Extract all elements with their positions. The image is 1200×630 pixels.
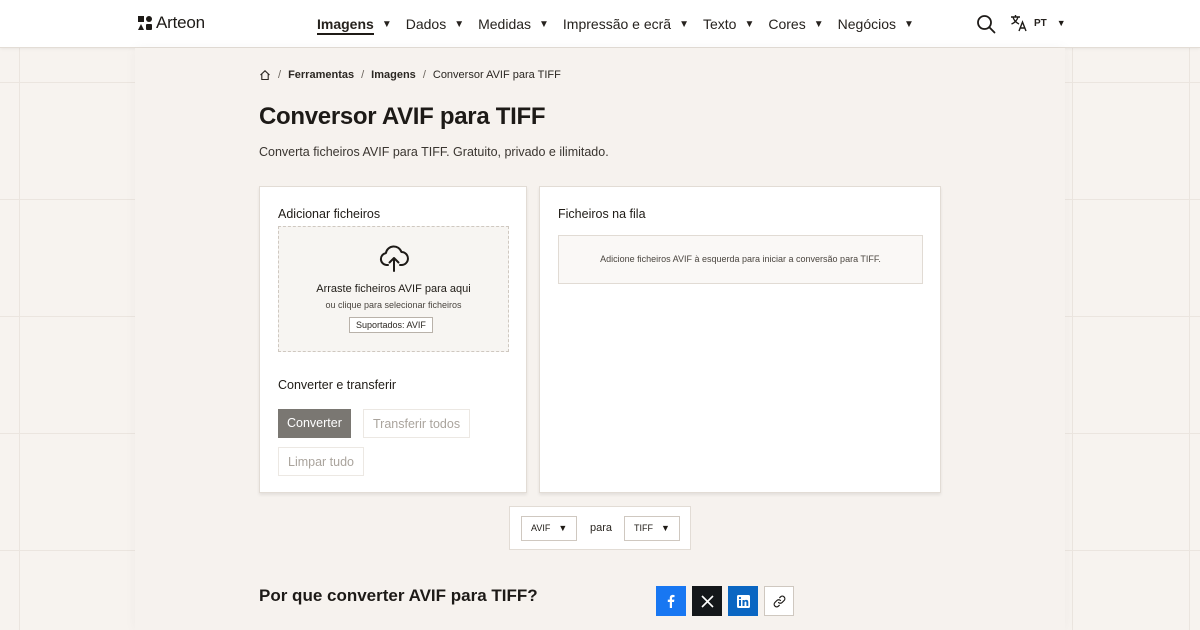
nav-item-label: Negócios — [837, 16, 897, 32]
search-icon — [977, 15, 996, 34]
clear-all-button[interactable]: Limpar tudo — [278, 447, 365, 476]
cloud-upload-icon — [379, 245, 409, 272]
caret-down-icon: ▼ — [679, 18, 689, 30]
linkedin-icon — [736, 594, 750, 608]
breadcrumb-separator: / — [361, 69, 365, 81]
caret-down-icon: ▼ — [904, 18, 914, 30]
link-icon — [773, 595, 785, 607]
source-format-select[interactable]: AVIF ▼ — [521, 516, 578, 541]
caret-down-icon: ▼ — [1056, 18, 1066, 28]
arteon-logo-icon — [138, 16, 152, 30]
caret-down-icon: ▼ — [454, 18, 465, 30]
nav-item-dados[interactable]: Dados ▼ — [406, 0, 464, 48]
queue-card: Ficheiros na fila Adicione ficheiros AVI… — [539, 186, 941, 493]
caret-down-icon: ▼ — [381, 18, 392, 30]
breadcrumb-current: Conversor AVIF para TIFF — [432, 69, 561, 81]
caret-down-icon: ▼ — [558, 523, 568, 533]
supported-formats-badge: Suportados: AVIF — [349, 317, 433, 333]
nav-item-label: Texto — [703, 16, 737, 32]
share-x-button[interactable] — [692, 586, 722, 616]
nav-item-texto[interactable]: Texto ▼ — [703, 0, 754, 48]
convert-heading: Converter e transferir — [278, 378, 397, 392]
caret-down-icon: ▼ — [813, 18, 824, 30]
queue-heading: Ficheiros na fila — [558, 207, 646, 221]
page-title: Conversor AVIF para TIFF — [259, 103, 546, 130]
target-format-value: TIFF — [634, 523, 653, 533]
copy-link-button[interactable] — [764, 586, 794, 616]
breadcrumb: / Ferramentas / Imagens / Conversor AVIF… — [259, 69, 561, 81]
queue-empty-state: Adicione ficheiros AVIF à esquerda para … — [558, 235, 923, 284]
page-subtitle: Converta ficheiros AVIF para TIFF. Gratu… — [259, 145, 609, 159]
nav-item-label: Dados — [405, 16, 447, 32]
nav-item-medidas[interactable]: Medidas ▼ — [478, 0, 549, 48]
nav-item-label: Cores — [768, 16, 806, 32]
caret-down-icon: ▼ — [539, 18, 549, 30]
upload-card: Adicionar ficheiros Arraste ficheiros AV… — [259, 186, 527, 493]
top-navigation-bar: Arteon Imagens ▼ Dados ▼ Medidas ▼ Impre… — [0, 0, 1200, 48]
language-selector[interactable]: PT ▼ — [1010, 14, 1066, 32]
brand-logo[interactable]: Arteon — [137, 13, 205, 33]
download-all-button[interactable]: Transferir todos — [363, 409, 471, 438]
breadcrumb-separator: / — [278, 69, 282, 81]
language-code: PT — [1034, 17, 1047, 29]
brand-name: Arteon — [156, 13, 205, 32]
dropzone-instruction: Arraste ficheiros AVIF para aqui — [316, 283, 471, 295]
nav-item-label: Impressão e ecrã — [562, 16, 672, 32]
search-button[interactable] — [976, 14, 996, 34]
format-selector: AVIF ▼ para TIFF ▼ — [509, 506, 691, 550]
home-icon[interactable] — [259, 69, 271, 81]
nav-item-negocios[interactable]: Negócios ▼ — [838, 0, 914, 48]
nav-item-label: Medidas — [478, 16, 532, 32]
caret-down-icon: ▼ — [661, 523, 670, 533]
nav-item-impressao-e-ecra[interactable]: Impressão e ecrã ▼ — [563, 0, 689, 48]
nav-item-imagens[interactable]: Imagens ▼ — [317, 0, 392, 48]
x-icon — [700, 594, 714, 608]
file-dropzone[interactable]: Arraste ficheiros AVIF para aqui ou cliq… — [278, 226, 509, 352]
breadcrumb-ferramentas[interactable]: Ferramentas — [288, 69, 354, 81]
nav-item-cores[interactable]: Cores ▼ — [768, 0, 823, 48]
why-convert-heading: Por que converter AVIF para TIFF? — [259, 586, 538, 605]
format-connector: para — [590, 522, 613, 534]
share-linkedin-button[interactable] — [728, 586, 758, 616]
translate-icon — [1011, 15, 1027, 32]
dropzone-subtext: ou clique para selecionar ficheiros — [325, 300, 462, 310]
breadcrumb-separator: / — [422, 69, 426, 81]
source-format-value: AVIF — [531, 523, 551, 533]
breadcrumb-imagens[interactable]: Imagens — [371, 69, 416, 81]
convert-button[interactable]: Converter — [278, 409, 351, 438]
nav-item-label: Imagens — [317, 16, 374, 32]
main-nav: Imagens ▼ Dados ▼ Medidas ▼ Impressão e … — [317, 0, 928, 48]
share-facebook-button[interactable] — [656, 586, 686, 616]
target-format-select[interactable]: TIFF ▼ — [624, 516, 680, 541]
caret-down-icon: ▼ — [744, 18, 755, 30]
upload-heading: Adicionar ficheiros — [278, 207, 381, 221]
facebook-icon — [667, 594, 675, 608]
